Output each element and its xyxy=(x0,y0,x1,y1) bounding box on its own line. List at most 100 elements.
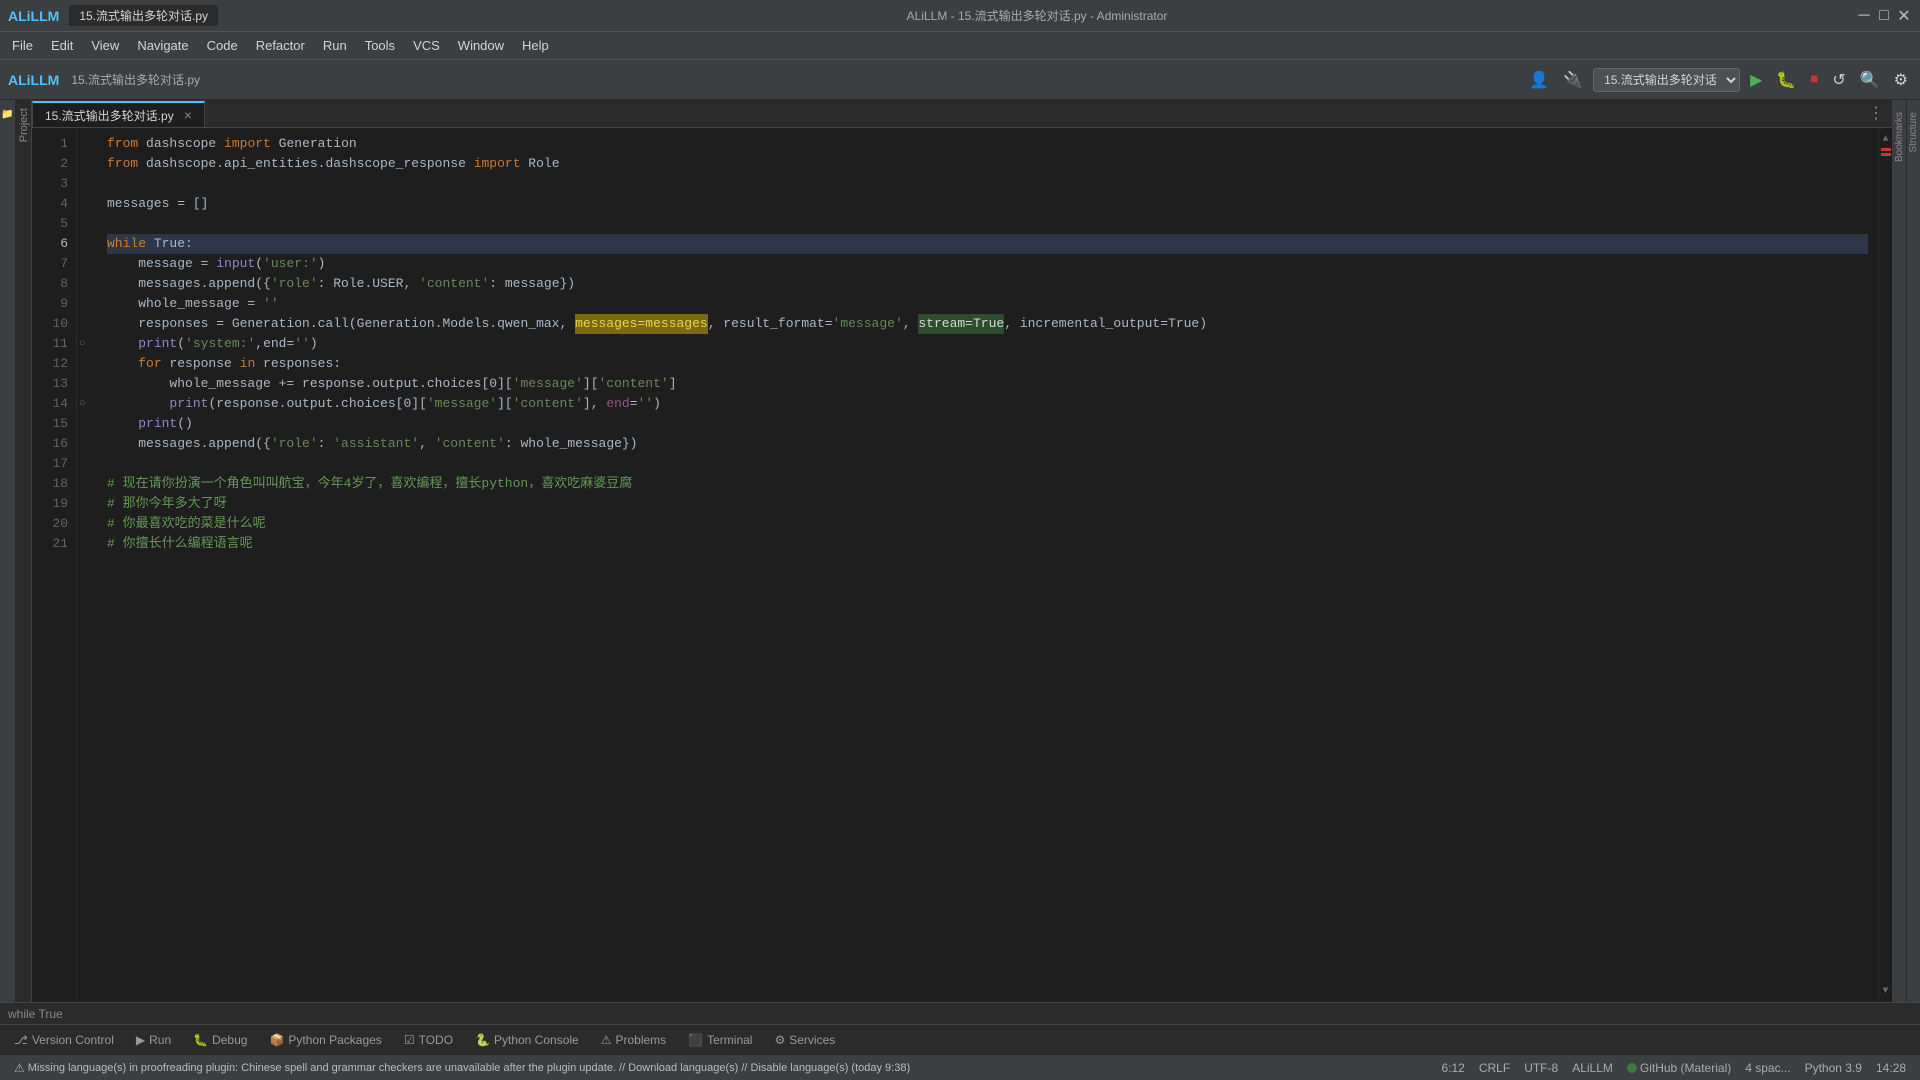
bookmarks-label[interactable]: Bookmarks xyxy=(1894,104,1905,170)
project-label[interactable]: Project xyxy=(18,100,30,150)
menu-item-code[interactable]: Code xyxy=(199,35,246,56)
tab-label: Run xyxy=(149,1033,171,1047)
code-line-1: from dashscope import Generation xyxy=(107,134,1868,154)
tab-close-button[interactable]: × xyxy=(184,107,192,123)
code-line-16: messages.append({'role': 'assistant', 'c… xyxy=(107,434,1868,454)
menu-item-run[interactable]: Run xyxy=(315,35,355,56)
tab-more-button[interactable]: ⋮ xyxy=(1860,99,1892,127)
status-dot xyxy=(1627,1063,1637,1073)
bottom-tab-version-control[interactable]: ⎇Version Control xyxy=(4,1029,124,1051)
code-line-9: whole_message = '' xyxy=(107,294,1868,314)
code-line-12: for response in responses: xyxy=(107,354,1868,374)
indent-text: 4 spac... xyxy=(1745,1061,1790,1075)
user-icon-button[interactable]: 👤 xyxy=(1525,68,1553,92)
plugin-icon-button[interactable]: 🔌 xyxy=(1559,68,1587,92)
code-line-8: messages.append({'role': Role.USER, 'con… xyxy=(107,274,1868,294)
scroll-down-arrow[interactable]: ▼ xyxy=(1879,984,1893,998)
indent-item[interactable]: 4 spac... xyxy=(1739,1061,1796,1075)
menu-item-tools[interactable]: Tools xyxy=(357,35,403,56)
tab-icon: 📦 xyxy=(269,1033,284,1047)
line-ending-text: CRLF xyxy=(1479,1061,1510,1075)
maximize-button[interactable]: □ xyxy=(1876,8,1892,24)
bottom-tab-todo[interactable]: ☑TODO xyxy=(394,1029,463,1051)
toolbar-file-tab: 15.流式输出多轮对话.py xyxy=(71,71,200,88)
tab-icon: ☑ xyxy=(404,1033,415,1047)
tab-label: Services xyxy=(789,1033,835,1047)
code-line-4: messages = [] xyxy=(107,194,1868,214)
sidebar-project-icon[interactable]: 📁 xyxy=(0,107,16,123)
run-config-select[interactable]: 15.流式输出多轮对话 xyxy=(1593,68,1740,92)
toolbar-app-name: ALiLLM xyxy=(8,72,59,88)
tab-icon: 🐍 xyxy=(475,1033,490,1047)
line-numbers: 1 2 3 4 5 6 7 8 9 10 11 12 13 14 15 16 1… xyxy=(32,128,77,1002)
language-item[interactable]: Python 3.9 xyxy=(1799,1061,1868,1075)
error-mark-2 xyxy=(1881,153,1891,156)
search-button[interactable]: 🔍 xyxy=(1856,68,1884,92)
settings-button[interactable]: ⚙ xyxy=(1890,68,1912,92)
debug-button[interactable]: 🐛 xyxy=(1772,68,1800,92)
tab-icon: ⬛ xyxy=(688,1033,703,1047)
bottom-tab-services[interactable]: ⚙ Services xyxy=(764,1029,845,1051)
editor-tab-active[interactable]: 15.流式输出多轮对话.py × xyxy=(32,101,205,127)
scroll-up-arrow[interactable]: ▲ xyxy=(1879,132,1893,146)
left-sidebar: 📁 xyxy=(0,100,16,1002)
tab-label: Version Control xyxy=(32,1033,114,1047)
menu-item-file[interactable]: File xyxy=(4,35,41,56)
plugin-item[interactable]: ALiLLM xyxy=(1566,1061,1619,1075)
vcs-text: GitHub (Material) xyxy=(1640,1061,1731,1075)
code-content[interactable]: from dashscope import Generation from da… xyxy=(97,128,1878,1002)
menu-item-window[interactable]: Window xyxy=(450,35,512,56)
code-line-21: # 你擅长什么编程语言呢 xyxy=(107,534,1868,554)
bookmarks-panel: Bookmarks xyxy=(1892,100,1906,1002)
rerun-button[interactable]: ↺ xyxy=(1828,68,1849,92)
tab-icon: ⚙ xyxy=(774,1033,785,1047)
menu-item-vcs[interactable]: VCS xyxy=(405,35,448,56)
stop-button[interactable]: ⏹ xyxy=(1806,69,1822,91)
code-line-5 xyxy=(107,214,1868,234)
language-text: Python 3.9 xyxy=(1805,1061,1862,1075)
tab-label: Debug xyxy=(212,1033,247,1047)
menu-item-help[interactable]: Help xyxy=(514,35,557,56)
menu-item-edit[interactable]: Edit xyxy=(43,35,81,56)
code-line-6: while True: xyxy=(107,234,1868,254)
bottom-tab-debug[interactable]: 🐛Debug xyxy=(183,1029,257,1051)
minimize-button[interactable]: ─ xyxy=(1856,8,1872,24)
title-center: ALiLLM - 15.流式输出多轮对话.py - Administrator xyxy=(907,7,1168,24)
code-editor: 1 2 3 4 5 6 7 8 9 10 11 12 13 14 15 16 1… xyxy=(32,128,1892,1002)
code-line-2: from dashscope.api_entities.dashscope_re… xyxy=(107,154,1868,174)
code-line-10: responses = Generation.call(Generation.M… xyxy=(107,314,1868,334)
code-line-18: # 现在请你扮演一个角色叫叫航宝，今年4岁了，喜欢编程，擅长python，喜欢吃… xyxy=(107,474,1868,494)
line-ending-item[interactable]: CRLF xyxy=(1473,1061,1516,1075)
tab-icon: ⚠ xyxy=(601,1033,612,1047)
title-bar-file-tab: 15.流式输出多轮对话.py xyxy=(69,5,218,26)
code-line-15: print() xyxy=(107,414,1868,434)
menu-item-refactor[interactable]: Refactor xyxy=(248,35,313,56)
run-button[interactable]: ▶ xyxy=(1746,68,1766,92)
bottom-tab-python-console[interactable]: 🐍 Python Console xyxy=(465,1029,589,1051)
encoding-item[interactable]: UTF-8 xyxy=(1518,1061,1564,1075)
close-button[interactable]: ✕ xyxy=(1896,8,1912,24)
warning-item[interactable]: ⚠ Missing language(s) in proofreading pl… xyxy=(8,1061,916,1075)
vcs-item[interactable]: GitHub (Material) xyxy=(1621,1061,1737,1075)
bottom-tab-python-packages[interactable]: 📦Python Packages xyxy=(259,1029,391,1051)
tab-label: Problems xyxy=(615,1033,666,1047)
code-line-11: print('system:',end='') xyxy=(107,334,1868,354)
bottom-tab-terminal[interactable]: ⬛ Terminal xyxy=(678,1029,762,1051)
tab-label: Python Console xyxy=(494,1033,579,1047)
structure-label[interactable]: Structure xyxy=(1908,104,1919,161)
code-line-17 xyxy=(107,454,1868,474)
bottom-tab-problems[interactable]: ⚠Problems xyxy=(591,1029,676,1051)
code-line-7: message = input('user:') xyxy=(107,254,1868,274)
position-item[interactable]: 6:12 xyxy=(1435,1061,1470,1075)
status-bar: ⚠ Missing language(s) in proofreading pl… xyxy=(0,1054,1920,1080)
bottom-tab-run[interactable]: ▶ Run xyxy=(126,1029,181,1051)
editor-tab-bar: 15.流式输出多轮对话.py × ⋮ xyxy=(32,100,1892,128)
tab-label: Terminal xyxy=(707,1033,752,1047)
menu-item-navigate[interactable]: Navigate xyxy=(129,35,196,56)
app-logo: ALiLLM xyxy=(8,8,59,24)
window-title: ALiLLM - 15.流式输出多轮对话.py - Administrator xyxy=(907,9,1168,23)
menu-item-view[interactable]: View xyxy=(83,35,127,56)
menu-bar: FileEditViewNavigateCodeRefactorRunTools… xyxy=(0,32,1920,60)
code-line-20: # 你最喜欢吃的菜是什么呢 xyxy=(107,514,1868,534)
tab-icon: ▶ xyxy=(136,1033,145,1047)
